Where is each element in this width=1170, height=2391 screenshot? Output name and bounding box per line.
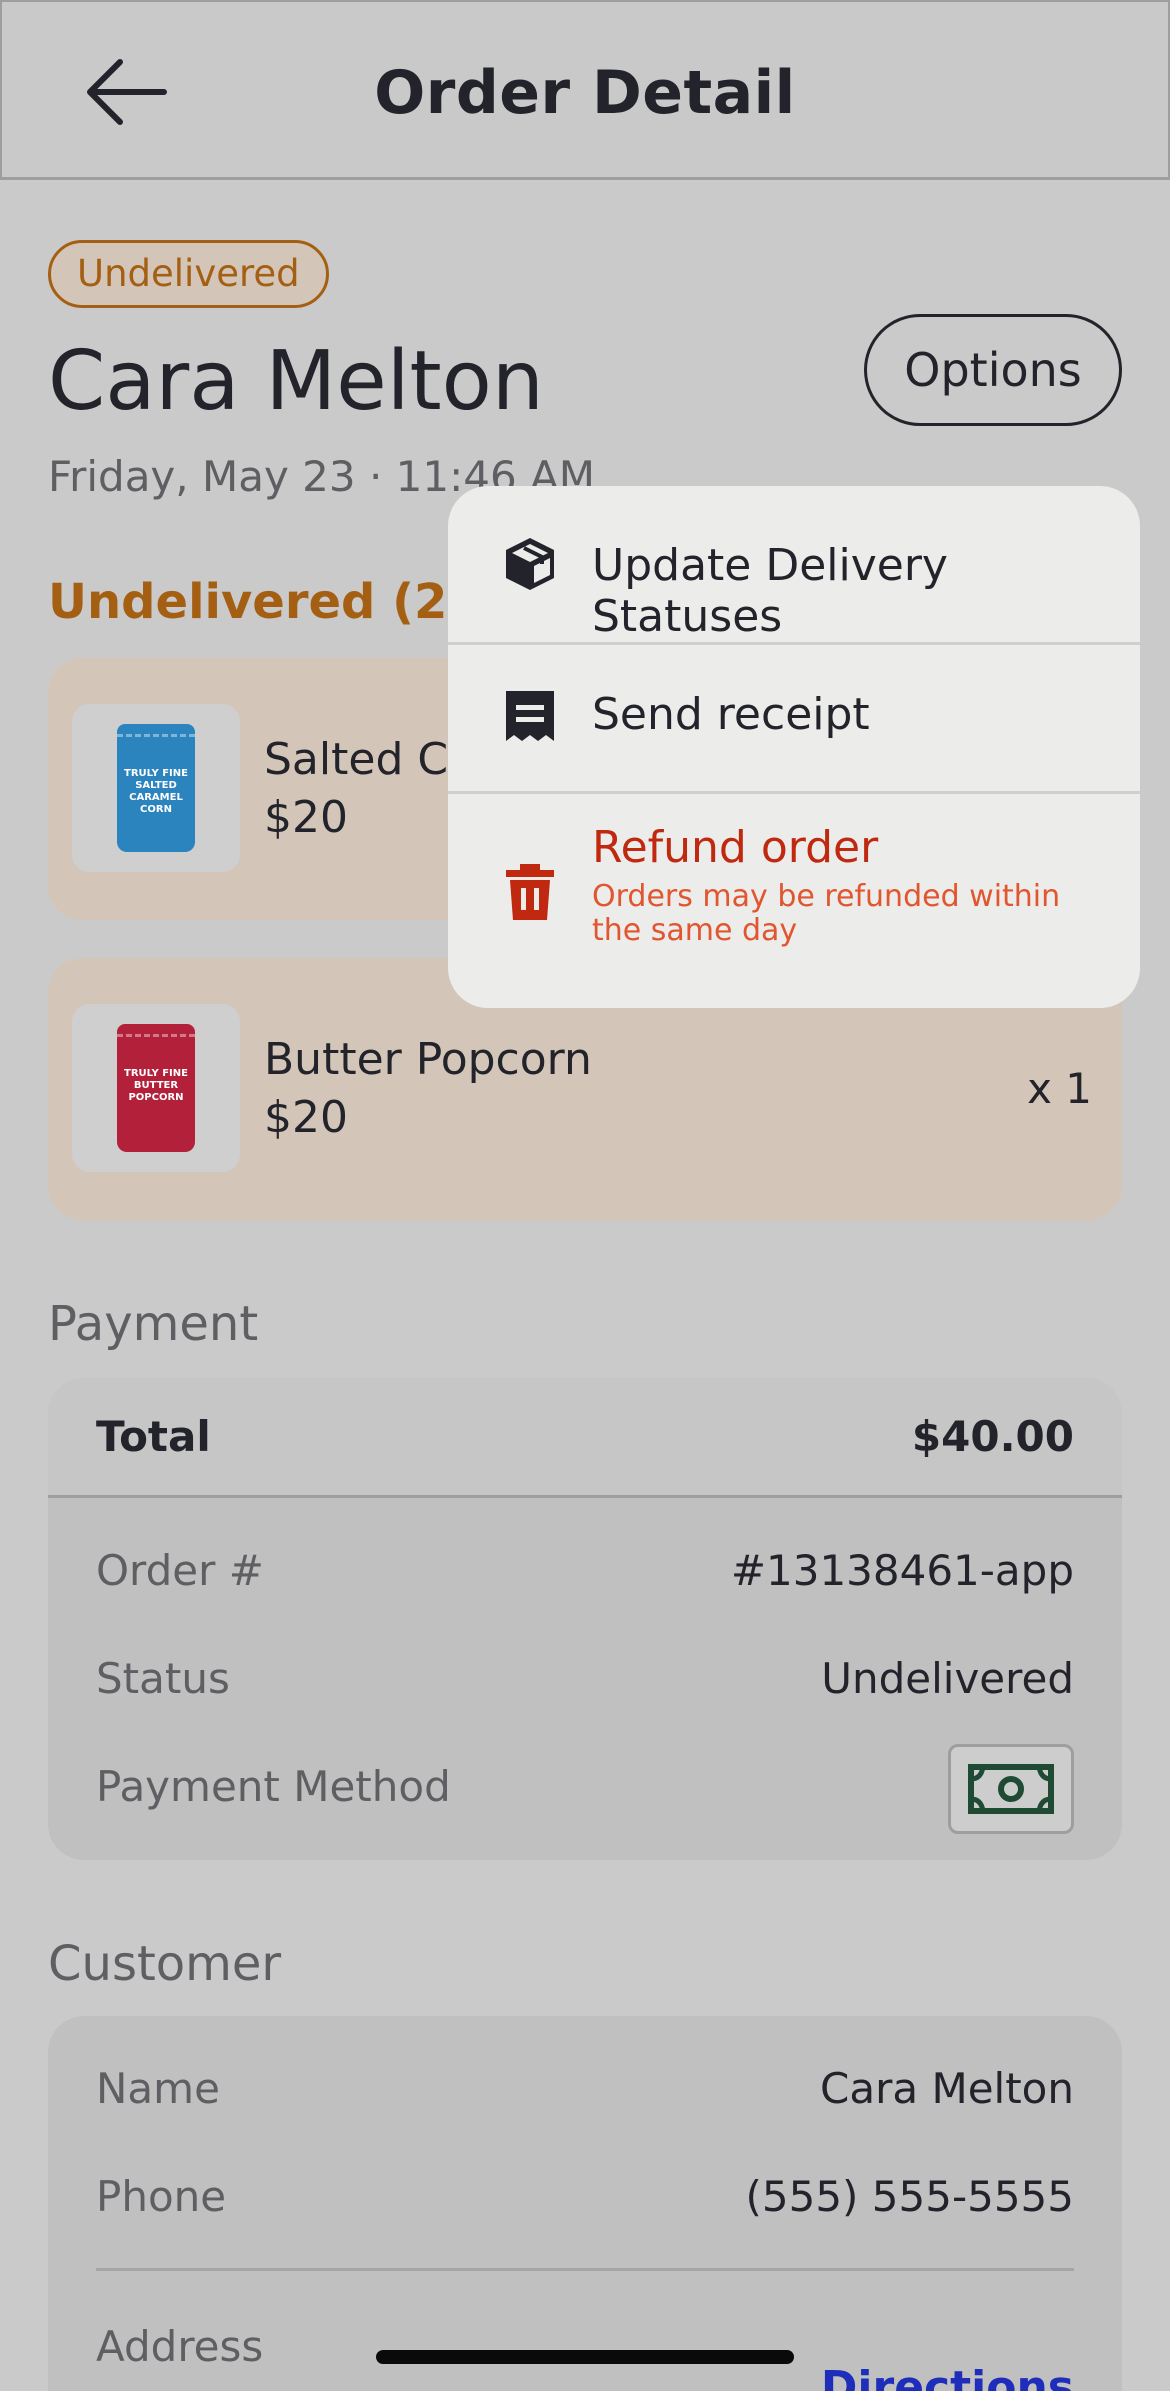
- options-button[interactable]: Options: [864, 314, 1122, 426]
- total-label: Total: [96, 1412, 211, 1461]
- status-badge: Undelivered: [48, 240, 329, 308]
- address-label: Address: [96, 2322, 264, 2371]
- product-image: TRULY FINE BUTTER POPCORN: [72, 1004, 240, 1172]
- page-title: Order Detail: [374, 58, 796, 128]
- customer-name-label: Name: [96, 2064, 220, 2113]
- options-menu: Update Delivery Statuses Send receipt Re…: [448, 486, 1140, 1008]
- app-header: Order Detail: [0, 0, 1170, 180]
- phone-label: Phone: [96, 2172, 227, 2221]
- menu-item-label: Send receipt: [592, 689, 870, 740]
- payment-panel: Total $40.00 Order # #13138461-app Statu…: [48, 1378, 1122, 1860]
- menu-item-update-delivery[interactable]: Update Delivery Statuses: [448, 486, 1140, 642]
- product-image: TRULY FINE SALTED CARAMEL CORN: [72, 704, 240, 872]
- customer-name-value: Cara Melton: [820, 2064, 1074, 2113]
- payment-method-label: Payment Method: [96, 1762, 451, 1811]
- payment-heading: Payment: [48, 1296, 259, 1352]
- home-indicator: [376, 2350, 794, 2364]
- receipt-icon: [506, 691, 554, 741]
- cash-icon: [948, 1744, 1074, 1834]
- product-name: Salted Ca: [264, 734, 476, 785]
- order-number-value: #13138461-app: [730, 1546, 1074, 1595]
- customer-name-heading: Cara Melton: [48, 334, 544, 429]
- trash-icon: [506, 864, 554, 920]
- order-number-label: Order #: [96, 1546, 264, 1595]
- menu-item-refund-order[interactable]: Refund order Orders may be refunded with…: [448, 794, 1140, 1008]
- menu-item-sublabel: Orders may be refunded within the same d…: [592, 879, 1061, 948]
- customer-panel: Name Cara Melton Phone (555) 555-5555 Ad…: [48, 2016, 1122, 2391]
- status-value: Undelivered: [821, 1654, 1074, 1703]
- product-quantity: x 1: [1027, 1064, 1092, 1113]
- customer-heading: Customer: [48, 1936, 282, 1992]
- undelivered-heading: Undelivered (2): [48, 574, 470, 630]
- product-name: Butter Popcorn: [264, 1034, 592, 1085]
- phone-value[interactable]: (555) 555-5555: [746, 2172, 1075, 2221]
- status-label: Status: [96, 1654, 230, 1703]
- menu-item-label: Update Delivery Statuses: [592, 540, 948, 642]
- directions-link[interactable]: Directions: [821, 2362, 1074, 2391]
- package-icon: [506, 538, 554, 590]
- menu-item-label: Refund order: [592, 822, 879, 873]
- product-price: $20: [264, 792, 348, 843]
- divider: [96, 2268, 1074, 2271]
- total-value: $40.00: [911, 1412, 1074, 1461]
- menu-item-send-receipt[interactable]: Send receipt: [448, 645, 1140, 791]
- product-price: $20: [264, 1092, 348, 1143]
